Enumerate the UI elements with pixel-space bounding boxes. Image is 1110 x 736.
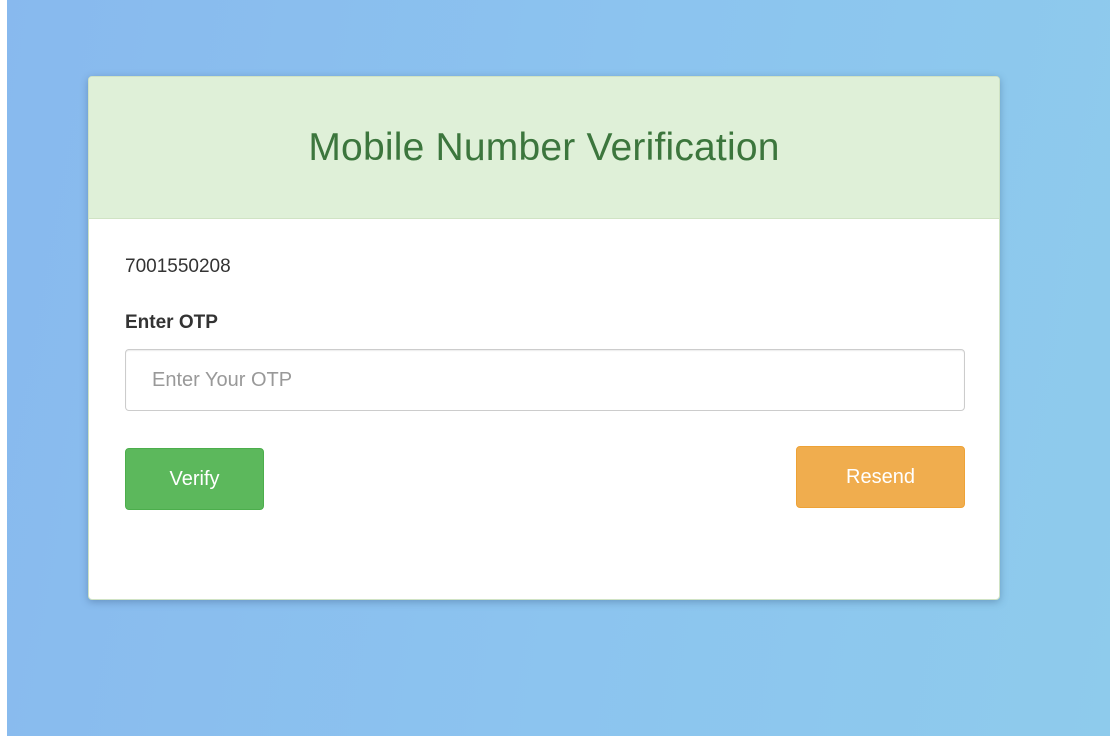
otp-input[interactable] [125,349,965,411]
verify-button[interactable]: Verify [125,448,264,510]
page-title: Mobile Number Verification [308,125,780,169]
mobile-number-text: 7001550208 [125,256,231,277]
panel-heading: Mobile Number Verification [89,77,999,219]
verification-panel: Mobile Number Verification 7001550208 En… [88,76,1000,600]
resend-button[interactable]: Resend [796,446,965,508]
otp-label: Enter OTP [125,312,218,333]
page-edge-strip [0,0,7,736]
